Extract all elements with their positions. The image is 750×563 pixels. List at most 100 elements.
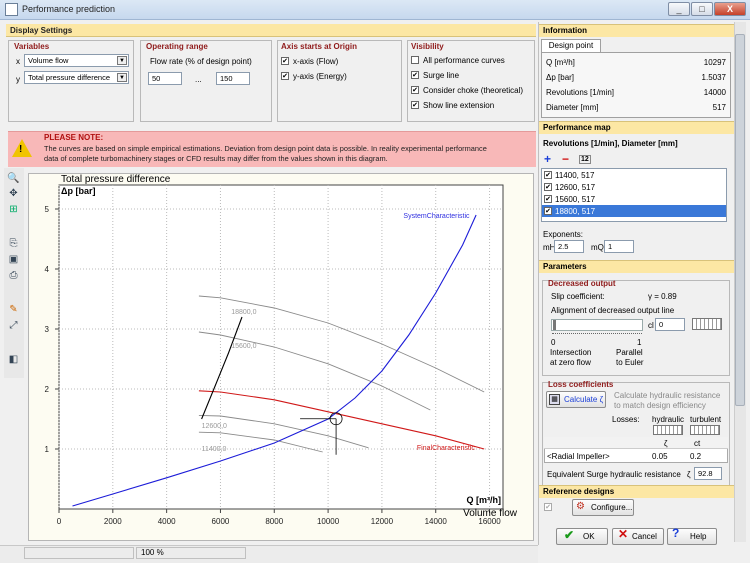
x-axis-origin-checkbox[interactable]: ✔: [281, 57, 289, 65]
slip-value: γ = 0.89: [648, 292, 677, 301]
scrollbar-thumb[interactable]: [735, 34, 745, 406]
window-title: Performance prediction: [22, 4, 116, 14]
curve-label: 11400,0: [202, 446, 227, 453]
ct-header: ct: [694, 439, 701, 448]
grid-icon[interactable]: [692, 318, 722, 330]
list-item-checkbox[interactable]: ✔: [544, 207, 552, 215]
info-value: 517: [712, 103, 726, 112]
info-label: Diameter [mm]: [546, 103, 599, 112]
axis-origin-group: [277, 40, 402, 122]
operating-range-title: Operating range: [146, 42, 208, 51]
info-label: Q [m³/h]: [546, 58, 575, 67]
curve-label: 12600,0: [202, 423, 227, 430]
curve-label: 18800,0: [231, 309, 256, 316]
visibility-label: Show line extension: [423, 101, 495, 110]
reference-checkbox[interactable]: ✔: [544, 503, 552, 511]
calc-text-2: to match design efficiency: [614, 401, 706, 410]
range-min-input[interactable]: 50: [148, 72, 182, 85]
loss-row-turbulent[interactable]: 0.2: [690, 452, 701, 461]
calculate-zeta-label: Calculate ζ: [564, 395, 604, 404]
list-item-checkbox[interactable]: ✔: [544, 195, 552, 203]
variables-title: Variables: [14, 42, 50, 51]
visibility-checkbox[interactable]: ✔: [411, 71, 419, 79]
list-item-checkbox[interactable]: ✔: [544, 183, 552, 191]
reference-designs-header: Reference designs: [539, 485, 734, 498]
x-tick-label: 2000: [104, 517, 122, 526]
measure-icon[interactable]: ⤢: [6, 319, 21, 332]
y-axis-origin-checkbox[interactable]: ✔: [281, 72, 289, 80]
y-variable-select[interactable]: Total pressure difference ▼: [24, 71, 129, 84]
loss-coefficients-title: Loss coefficients: [548, 380, 614, 389]
x-tick-label: 12000: [371, 517, 394, 526]
list-item[interactable]: 11400, 517: [555, 171, 594, 180]
performance-chart: 0 2000 4000 6000 8000 10000 12000 14000 16000123…: [45, 174, 518, 526]
slider-tick-1: 1: [637, 338, 642, 347]
x-variable-select[interactable]: Volume flow ▼: [24, 54, 129, 67]
mh-input[interactable]: 2.5: [554, 240, 584, 253]
copy-icon[interactable]: ⎘: [6, 237, 21, 250]
zero-flow-caption: at zero flow: [550, 358, 591, 367]
flow-rate-label: Flow rate (% of design point): [150, 57, 252, 66]
tab-design-point[interactable]: Design point: [541, 39, 601, 52]
turbulent-grid-icon[interactable]: [690, 425, 720, 435]
list-item[interactable]: 12600, 517: [555, 183, 595, 192]
cl-input[interactable]: 0: [655, 318, 685, 331]
range-max-input[interactable]: 150: [216, 72, 250, 85]
list-item[interactable]: 15600, 517: [555, 195, 595, 204]
add-icon[interactable]: +: [544, 153, 551, 165]
y-tick-label: 1: [45, 445, 50, 454]
performance-map-subtitle: Revolutions [1/min], Diameter [mm]: [543, 139, 678, 148]
note-line-2: data of complete turbomachinery stages o…: [44, 154, 388, 163]
list-item[interactable]: 18800, 517: [555, 207, 595, 216]
visibility-title: Visibility: [411, 42, 444, 51]
close-button[interactable]: X: [714, 2, 746, 16]
maximize-button[interactable]: □: [691, 2, 713, 16]
cancel-icon: ✕: [618, 527, 629, 541]
palette-icon[interactable]: ◧: [6, 353, 21, 366]
check-icon: ✔: [564, 528, 575, 542]
hydraulic-grid-icon[interactable]: [653, 425, 683, 435]
app-icon: [5, 3, 18, 16]
remove-icon[interactable]: −: [562, 153, 569, 165]
y-axis-label: y: [16, 75, 20, 84]
chevron-down-icon[interactable]: ▼: [117, 73, 127, 82]
loss-row-hydraulic[interactable]: 0.05: [652, 452, 668, 461]
surge-resistance-input[interactable]: 92.8: [694, 467, 722, 480]
status-cell-1: [24, 547, 134, 559]
x-axis-title-1: Q [m³/h]: [467, 495, 502, 505]
info-value: 10297: [703, 58, 726, 67]
mq-input[interactable]: 1: [604, 240, 634, 253]
fit-icon[interactable]: ⊞: [6, 203, 21, 216]
x-tick-label: 0: [57, 517, 62, 526]
chevron-down-icon[interactable]: ▼: [117, 56, 127, 65]
list-item-checkbox[interactable]: ✔: [544, 171, 552, 179]
info-label: Revolutions [1/min]: [546, 88, 615, 97]
alignment-slider[interactable]: [551, 319, 643, 331]
y-axis-origin-label: y-axis (Energy): [293, 72, 347, 81]
surge-resistance-label: Equivalent Surge hydraulic resistance: [547, 470, 681, 479]
cancel-label: Cancel: [632, 532, 657, 541]
alignment-label: Alignment of decreased output line: [551, 306, 675, 315]
zeta-header: ζ: [664, 439, 668, 448]
configure-icon: ⚙: [576, 501, 585, 512]
help-label: Help: [690, 532, 707, 541]
y-axis-title-1: Total pressure difference: [61, 174, 171, 185]
y-tick-label: 2: [45, 385, 50, 394]
save-icon[interactable]: ▣: [6, 253, 21, 266]
info-label: Δp [bar]: [546, 73, 575, 82]
zoom-icon[interactable]: 🔍: [6, 172, 21, 185]
slider-thumb[interactable]: [553, 320, 556, 330]
x-tick-label: 8000: [265, 517, 283, 526]
curve-edit-icon[interactable]: ✎: [6, 303, 21, 316]
sort-numeric-icon[interactable]: 12: [579, 155, 591, 164]
pan-icon[interactable]: ✥: [6, 187, 21, 200]
visibility-checkbox[interactable]: [411, 56, 419, 64]
minimize-button[interactable]: _: [668, 2, 690, 16]
visibility-checkbox[interactable]: ✔: [411, 86, 419, 94]
print-icon[interactable]: ⎙: [6, 269, 21, 282]
note-line-1: The curves are based on simple empirical…: [44, 144, 487, 153]
visibility-checkbox[interactable]: ✔: [411, 101, 419, 109]
info-value: 1.5037: [701, 73, 726, 82]
calc-text-1: Calculate hydraulic resistance: [614, 391, 721, 400]
y-variable-value: Total pressure difference: [28, 73, 110, 82]
